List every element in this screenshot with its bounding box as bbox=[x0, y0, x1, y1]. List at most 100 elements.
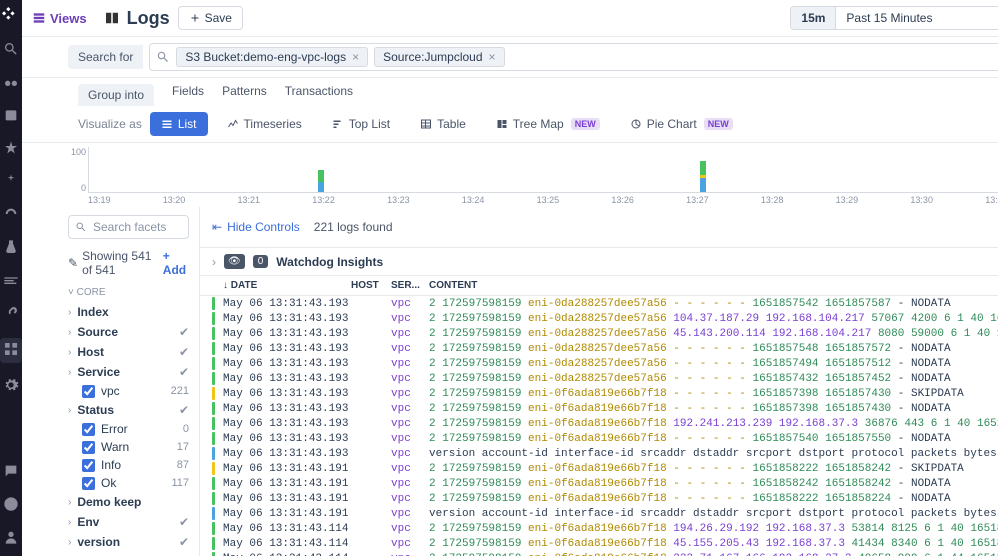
watchdog-insights[interactable]: › 👁 0 Watchdog Insights bbox=[200, 248, 998, 276]
views-link[interactable]: Views bbox=[32, 11, 87, 26]
vis-list[interactable]: List bbox=[150, 112, 208, 136]
log-row[interactable]: May 06 13:31:43.193 vpc 2 172597598159 e… bbox=[200, 326, 998, 341]
rail-flask-icon[interactable] bbox=[3, 239, 19, 258]
log-row[interactable]: May 06 13:31:43.191 vpc version account-… bbox=[200, 506, 998, 521]
log-row[interactable]: May 06 13:31:43.193 vpc 2 172597598159 e… bbox=[200, 371, 998, 386]
facet-item[interactable]: ›Env✔ bbox=[68, 512, 189, 532]
facet-search[interactable]: Search facets bbox=[68, 215, 189, 239]
search-chip[interactable]: S3 Bucket:demo-eng-vpc-logs× bbox=[176, 47, 368, 67]
log-row[interactable]: May 06 13:31:43.191 vpc 2 172597598159 e… bbox=[200, 491, 998, 506]
logo-icon[interactable] bbox=[2, 6, 20, 27]
rail-star-icon[interactable] bbox=[3, 140, 19, 159]
log-row[interactable]: May 06 13:31:43.114 vpc 2 172597598159 e… bbox=[200, 536, 998, 551]
toggle-patterns[interactable]: Patterns bbox=[222, 84, 267, 106]
facet-checkbox[interactable] bbox=[82, 385, 95, 398]
vis-treemap[interactable]: Tree MapNEW bbox=[485, 112, 611, 136]
rail-grid-icon[interactable] bbox=[0, 338, 22, 363]
log-date: May 06 13:31:43.114 bbox=[223, 523, 343, 535]
facet-item[interactable]: ›Status✔ bbox=[68, 400, 189, 420]
col-host[interactable]: HOST bbox=[351, 280, 383, 291]
log-row[interactable]: May 06 13:31:43.114 vpc 2 172597598159 e… bbox=[200, 551, 998, 556]
status-bar bbox=[212, 552, 215, 556]
status-bar bbox=[212, 447, 215, 460]
log-row[interactable]: May 06 13:31:43.193 vpc 2 172597598159 e… bbox=[200, 416, 998, 431]
search-chip[interactable]: Source:Jumpcloud× bbox=[374, 47, 504, 67]
timeline-chart[interactable]: 1000 13:1913:2013:2113:2213:2313:2413:25… bbox=[78, 147, 998, 207]
col-content[interactable]: CONTENT bbox=[429, 280, 998, 291]
vis-toplist[interactable]: Top List bbox=[321, 112, 401, 136]
log-content: 2 172597598159 eni-0da288257dee57a56 - -… bbox=[429, 358, 998, 370]
facet-item[interactable]: ›version✔ bbox=[68, 532, 189, 552]
log-content: 2 172597598159 eni-0da288257dee57a56 104… bbox=[429, 313, 998, 325]
search-prefix: Search for bbox=[68, 45, 143, 69]
facet-group-core[interactable]: ˅ CORE bbox=[68, 287, 189, 298]
log-service: vpc bbox=[391, 373, 421, 385]
log-row[interactable]: May 06 13:31:43.193 vpc 2 172597598159 e… bbox=[200, 401, 998, 416]
time-picker[interactable]: 15m Past 15 Minutes ▾ bbox=[790, 6, 998, 30]
log-row[interactable]: May 06 13:31:43.193 vpc 2 172597598159 e… bbox=[200, 311, 998, 326]
col-date[interactable]: ↓ DATE bbox=[223, 280, 343, 291]
left-rail bbox=[0, 0, 22, 556]
facet-value[interactable]: Warn17 bbox=[68, 438, 189, 456]
toggle-fields[interactable]: Fields bbox=[172, 84, 204, 106]
visualize-row: Visualize as List Timeseries Top List Ta… bbox=[22, 106, 998, 143]
log-row[interactable]: May 06 13:31:43.193 vpc 2 172597598159 e… bbox=[200, 356, 998, 371]
log-row[interactable]: May 06 13:31:43.193 vpc 2 172597598159 e… bbox=[200, 386, 998, 401]
log-row[interactable]: May 06 13:31:43.191 vpc 2 172597598159 e… bbox=[200, 476, 998, 491]
status-bar bbox=[212, 537, 215, 550]
log-service: vpc bbox=[391, 478, 421, 490]
log-date: May 06 13:31:43.193 bbox=[223, 298, 343, 310]
close-icon[interactable]: × bbox=[489, 50, 496, 64]
rail-sparkle-icon[interactable] bbox=[3, 173, 19, 192]
log-row[interactable]: May 06 13:31:43.193 vpc version account-… bbox=[200, 446, 998, 461]
log-service: vpc bbox=[391, 553, 421, 556]
facet-value[interactable]: Error0 bbox=[68, 420, 189, 438]
facet-item[interactable]: ›Service✔ bbox=[68, 362, 189, 382]
facet-item[interactable]: ›Demo keep bbox=[68, 492, 189, 512]
log-content: version account-id interface-id srcaddr … bbox=[429, 448, 998, 460]
search-input[interactable]: S3 Bucket:demo-eng-vpc-logs× Source:Jumpc… bbox=[149, 43, 998, 71]
log-content: 2 172597598159 eni-0da288257dee57a56 - -… bbox=[429, 298, 998, 310]
rail-link-icon[interactable] bbox=[3, 305, 19, 324]
vis-timeseries[interactable]: Timeseries bbox=[216, 112, 313, 136]
rail-gauge-icon[interactable] bbox=[3, 206, 19, 225]
status-bar bbox=[212, 522, 215, 535]
add-facet-button[interactable]: + Add bbox=[163, 249, 189, 277]
facet-item[interactable]: ›Host✔ bbox=[68, 342, 189, 362]
facet-value[interactable]: Info87 bbox=[68, 456, 189, 474]
log-row[interactable]: May 06 13:31:43.193 vpc 2 172597598159 e… bbox=[200, 431, 998, 446]
log-date: May 06 13:31:43.191 bbox=[223, 508, 343, 520]
log-row[interactable]: May 06 13:31:43.193 vpc 2 172597598159 e… bbox=[200, 296, 998, 311]
rail-gear-icon[interactable] bbox=[3, 377, 19, 396]
log-row[interactable]: May 06 13:31:43.193 vpc 2 172597598159 e… bbox=[200, 341, 998, 356]
rail-search-icon[interactable] bbox=[3, 41, 19, 60]
rail-chat-icon[interactable] bbox=[3, 463, 19, 482]
close-icon[interactable]: × bbox=[352, 50, 359, 64]
log-date: May 06 13:31:43.193 bbox=[223, 403, 343, 415]
vis-piechart[interactable]: Pie ChartNEW bbox=[619, 112, 744, 136]
log-row[interactable]: May 06 13:31:43.114 vpc 2 172597598159 e… bbox=[200, 521, 998, 536]
save-button[interactable]: Save bbox=[178, 6, 243, 30]
facet-checkbox[interactable] bbox=[82, 423, 95, 436]
facet-value[interactable]: Ok117 bbox=[68, 474, 189, 492]
facet-checkbox[interactable] bbox=[82, 459, 95, 472]
vis-table[interactable]: Table bbox=[409, 112, 477, 136]
facet-item[interactable]: ›Index bbox=[68, 302, 189, 322]
facet-value[interactable]: vpc221 bbox=[68, 382, 189, 400]
facet-checkbox[interactable] bbox=[82, 441, 95, 454]
toggle-group-into[interactable]: Group into bbox=[78, 84, 154, 106]
rail-calendar-icon[interactable] bbox=[3, 107, 19, 126]
status-bar bbox=[212, 432, 215, 445]
binoculars-icon: 👁 bbox=[224, 254, 245, 269]
facet-checkbox[interactable] bbox=[82, 477, 95, 490]
search-icon bbox=[75, 221, 87, 233]
toggle-transactions[interactable]: Transactions bbox=[285, 84, 353, 106]
log-row[interactable]: May 06 13:31:43.191 vpc 2 172597598159 e… bbox=[200, 461, 998, 476]
col-service[interactable]: SER... bbox=[391, 280, 421, 291]
rail-layers-icon[interactable] bbox=[3, 272, 19, 291]
facet-item[interactable]: ›Source✔ bbox=[68, 322, 189, 342]
rail-user-icon[interactable] bbox=[3, 529, 19, 548]
rail-binoculars-icon[interactable] bbox=[3, 74, 19, 93]
hide-controls-button[interactable]: ⇤Hide Controls bbox=[212, 220, 300, 234]
rail-help-icon[interactable] bbox=[3, 496, 19, 515]
